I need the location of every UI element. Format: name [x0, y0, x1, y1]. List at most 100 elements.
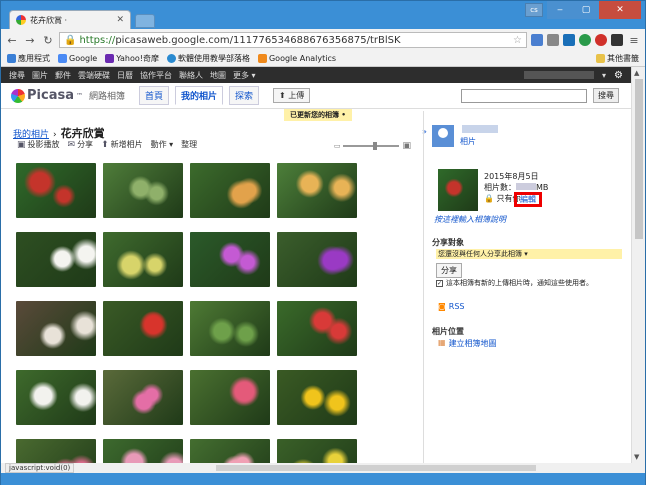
- extension-icon[interactable]: [595, 34, 607, 46]
- close-tab-icon[interactable]: ✕: [116, 15, 124, 25]
- gear-icon[interactable]: ⚙: [614, 70, 623, 81]
- minimize-button[interactable]: ‒: [547, 1, 573, 19]
- gbar-item[interactable]: 搜尋: [9, 70, 25, 81]
- browser-tab-active[interactable]: 花卉欣賞 · icas ✕: [9, 10, 131, 29]
- album-actions: ▣ 投影播放 ✉ 分享 ⬆ 新增相片 動作 ▾ 整理 ▭ ▣: [17, 139, 417, 152]
- bookmark-star-icon[interactable]: ☆: [513, 35, 522, 46]
- tab-explore[interactable]: 探索: [229, 86, 260, 105]
- google-bar: 搜尋 圖片 郵件 雲端硬碟 日曆 協作平台 聯絡人 地圖 更多 ▾ ▾ ⚙: [1, 67, 631, 83]
- gbar-item[interactable]: 聯絡人: [179, 70, 203, 81]
- thumbnail-size-slider[interactable]: ▭ ▣: [334, 141, 411, 151]
- actions-menu[interactable]: 動作 ▾: [151, 139, 174, 150]
- photo-thumbnail[interactable]: [190, 439, 270, 463]
- back-icon[interactable]: ←: [5, 34, 19, 47]
- bookmark-other[interactable]: 其他書籤: [596, 53, 639, 64]
- photo-thumbnail[interactable]: [16, 370, 96, 425]
- extension-icon[interactable]: [547, 34, 559, 46]
- photo-thumbnail[interactable]: [190, 232, 270, 287]
- gbar-item[interactable]: 雲端硬碟: [78, 70, 110, 81]
- extension-icon[interactable]: [563, 34, 575, 46]
- new-tab-button[interactable]: [135, 14, 155, 28]
- photo-thumbnail[interactable]: [277, 301, 357, 356]
- picasa-favicon: [16, 15, 26, 25]
- account-name-redacted[interactable]: [524, 71, 595, 79]
- gbar-item[interactable]: 郵件: [55, 70, 71, 81]
- slider-knob[interactable]: [373, 142, 378, 150]
- profile-chip[interactable]: cs: [525, 3, 543, 17]
- search-button[interactable]: 搜尋: [593, 88, 619, 103]
- slider-track[interactable]: [343, 142, 400, 150]
- photo-thumbnail[interactable]: [277, 232, 357, 287]
- bookmark-apps[interactable]: 應用程式: [7, 53, 50, 64]
- notify-checkbox[interactable]: ✓: [436, 279, 443, 287]
- window-bottom-border: [1, 473, 645, 485]
- photo-thumbnail[interactable]: [277, 439, 357, 463]
- size-unit: MB: [536, 183, 549, 192]
- tab-home[interactable]: 首頁: [139, 86, 170, 105]
- photo-thumbnail[interactable]: [103, 232, 183, 287]
- gbar-item[interactable]: 日曆: [117, 70, 133, 81]
- gbar-more[interactable]: 更多 ▾: [233, 70, 256, 81]
- upload-button[interactable]: ⬆ 上傳: [273, 88, 311, 103]
- browser-window: 花卉欣賞 · icas ✕ cs ‒ ▢ ✕ ← → ↻ 🔒 https://p…: [0, 0, 646, 485]
- photo-thumbnail[interactable]: [277, 370, 357, 425]
- photo-thumbnail[interactable]: [16, 163, 96, 218]
- maximize-button[interactable]: ▢: [573, 1, 599, 19]
- extension-icon[interactable]: [611, 34, 623, 46]
- photo-thumbnail[interactable]: [103, 439, 183, 463]
- share-submit-button[interactable]: 分享: [436, 263, 462, 278]
- bookmark-yahoo[interactable]: Yahoo!奇摩: [105, 53, 159, 64]
- gbar-item[interactable]: 協作平台: [140, 70, 172, 81]
- photo-thumbnail[interactable]: [16, 232, 96, 287]
- add-description-link[interactable]: 按這裡輸入相簿說明: [434, 214, 506, 225]
- gbar-item[interactable]: 地圖: [210, 70, 226, 81]
- share-select[interactable]: 您還沒與任何人分享此相簿 ▾: [436, 249, 622, 259]
- photo-thumbnail[interactable]: [103, 301, 183, 356]
- extension-icon[interactable]: [531, 34, 543, 46]
- bookmark-analytics[interactable]: Google Analytics: [257, 54, 336, 63]
- rss-link[interactable]: ◙ RSS: [438, 302, 464, 311]
- hscroll-thumb[interactable]: [216, 465, 536, 471]
- share-button[interactable]: ✉ 分享: [68, 139, 94, 150]
- scroll-down-icon[interactable]: ▼: [634, 453, 639, 461]
- owner-photos-link[interactable]: 相片: [460, 136, 476, 147]
- edit-visibility-link[interactable]: 編輯: [514, 192, 542, 207]
- upload-icon: ⬆: [279, 91, 289, 100]
- scroll-thumb[interactable]: [635, 79, 643, 239]
- slideshow-button[interactable]: ▣ 投影播放: [17, 139, 60, 150]
- forward-icon[interactable]: →: [23, 34, 37, 47]
- organize-button[interactable]: 整理: [181, 139, 197, 150]
- close-window-button[interactable]: ✕: [599, 1, 641, 19]
- bookmark-google[interactable]: Google: [58, 54, 97, 63]
- tab-my-photos[interactable]: 我的相片: [175, 86, 224, 105]
- address-bar[interactable]: 🔒 https://picasaweb.google.com/111776534…: [59, 32, 527, 48]
- scroll-up-icon[interactable]: ▲: [634, 69, 639, 77]
- album-cover[interactable]: [438, 169, 478, 211]
- photo-thumbnail[interactable]: [190, 370, 270, 425]
- add-photos-button[interactable]: ⬆ 新增相片: [101, 139, 143, 150]
- photo-thumbnail[interactable]: [16, 301, 96, 356]
- gbar-item[interactable]: 圖片: [32, 70, 48, 81]
- photo-thumbnail[interactable]: [190, 163, 270, 218]
- search-input[interactable]: [461, 88, 587, 103]
- photo-thumbnail[interactable]: [103, 163, 183, 218]
- photo-thumbnail[interactable]: [16, 439, 96, 463]
- picasa-header: Picasa ™ 網路相簿 首頁 我的相片 探索 ⬆ 上傳 搜尋: [1, 83, 631, 109]
- horizontal-scrollbar[interactable]: [1, 463, 645, 473]
- avatar[interactable]: [432, 125, 454, 147]
- photo-thumbnail[interactable]: [190, 301, 270, 356]
- picasa-logo[interactable]: Picasa ™: [11, 88, 83, 103]
- lock-icon: 🔒: [484, 194, 497, 203]
- vertical-scrollbar[interactable]: ▲ ▼: [631, 67, 645, 463]
- album-sidebar: 相片 2015年8月5日 相片數： MB 🔒 只有你 編輯 按這裡輸入相簿說明 分…: [423, 111, 631, 463]
- photo-thumbnail[interactable]: [277, 163, 357, 218]
- bookmark-blog[interactable]: 軟體使用教學部落格: [166, 53, 250, 64]
- photo-thumbnail[interactable]: [103, 370, 183, 425]
- reload-icon[interactable]: ↻: [41, 34, 55, 47]
- menu-icon[interactable]: ≡: [627, 34, 641, 47]
- bookmarks-bar: 應用程式 Google Yahoo!奇摩 軟體使用教學部落格 Google An…: [1, 51, 645, 67]
- apps-icon: [7, 54, 16, 63]
- dropdown-arrow-icon[interactable]: ▾: [602, 71, 606, 80]
- create-map-link[interactable]: ▦ 建立相簿地圖: [438, 338, 497, 349]
- extension-icon[interactable]: [579, 34, 591, 46]
